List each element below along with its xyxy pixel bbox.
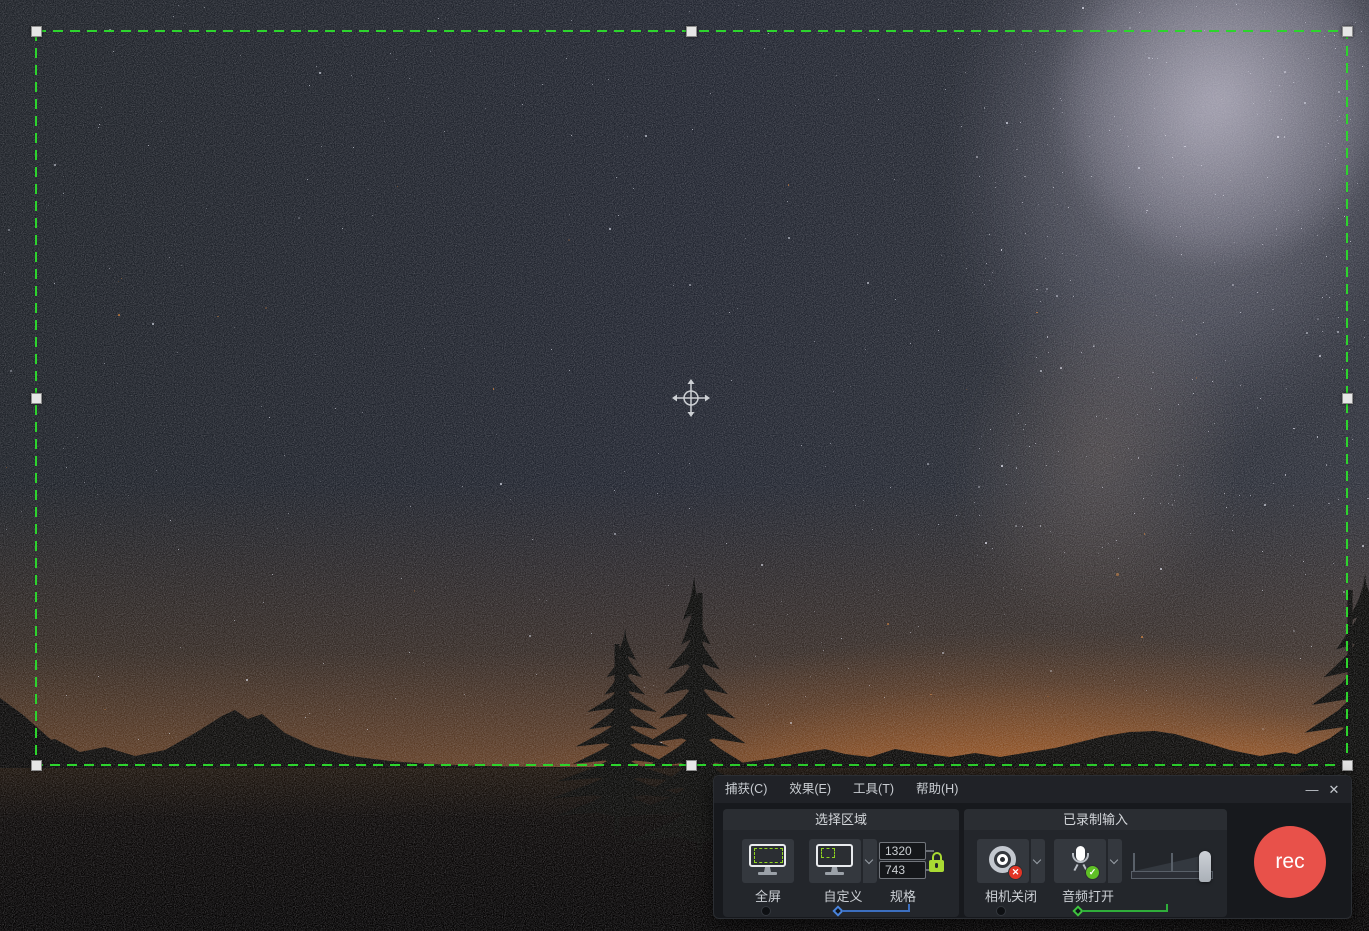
rec-button[interactable]: rec <box>1254 826 1326 898</box>
custom-label: 自定义 <box>809 886 877 905</box>
audio-indicator-line <box>1082 910 1168 912</box>
recorder-panel: 捕获(C) 效果(E) 工具(T) 帮助(H) — ✕ 选择区域 全屏 自定义 <box>713 775 1352 919</box>
selection-handle-bottom-mid[interactable] <box>686 760 697 771</box>
menu-item-effects[interactable]: 效果(E) <box>778 776 842 803</box>
monitor-fullscreen-icon <box>748 844 788 877</box>
audio-on-badge: ✓ <box>1085 865 1100 880</box>
fullscreen-label: 全屏 <box>734 886 802 905</box>
selection-handle-bottom-right[interactable] <box>1342 760 1353 771</box>
custom-region-dropdown[interactable] <box>863 839 877 883</box>
window-controls: — ✕ <box>1301 776 1345 803</box>
selection-handle-top-left[interactable] <box>31 26 42 37</box>
custom-indicator-line <box>842 910 910 912</box>
width-input[interactable] <box>879 842 926 860</box>
microphone-icon: ✓ <box>1065 845 1097 877</box>
fullscreen-indicator-dot[interactable] <box>761 906 771 916</box>
lock-icon[interactable] <box>927 852 946 877</box>
selection-handle-bottom-left[interactable] <box>31 760 42 771</box>
camera-off-badge: ✕ <box>1008 865 1023 880</box>
selection-handle-top-right[interactable] <box>1342 26 1353 37</box>
camera-indicator-dot[interactable] <box>996 906 1006 916</box>
camera-button[interactable]: ✕ <box>977 839 1029 883</box>
audio-dropdown[interactable] <box>1108 839 1122 883</box>
menubar: 捕获(C) 效果(E) 工具(T) 帮助(H) — ✕ <box>714 776 1351 803</box>
selection-handle-mid-left[interactable] <box>31 393 42 404</box>
fullscreen-button[interactable] <box>742 839 794 883</box>
custom-indicator-end <box>908 904 910 912</box>
audio-label: 音频打开 <box>1042 886 1134 905</box>
webcam-icon: ✕ <box>988 845 1020 877</box>
audio-button[interactable]: ✓ <box>1054 839 1106 883</box>
custom-region-button[interactable] <box>809 839 861 883</box>
camera-dropdown[interactable] <box>1031 839 1045 883</box>
menu-item-help[interactable]: 帮助(H) <box>905 776 969 803</box>
height-input[interactable] <box>879 861 926 879</box>
audio-indicator-end <box>1166 904 1168 912</box>
monitor-custom-icon <box>815 844 855 877</box>
meter-tick <box>1133 853 1135 872</box>
chevron-down-icon <box>865 856 873 864</box>
menu-item-capture[interactable]: 捕获(C) <box>714 776 778 803</box>
meter-tick <box>1171 853 1173 872</box>
select-area-section: 选择区域 全屏 自定义 规格 <box>723 809 959 917</box>
selection-handle-mid-right[interactable] <box>1342 393 1353 404</box>
chevron-down-icon <box>1110 856 1118 864</box>
section-title: 已录制输入 <box>964 809 1227 830</box>
dimensions-label: 规格 <box>873 886 933 905</box>
move-crosshair-icon[interactable] <box>671 378 711 418</box>
section-title: 选择区域 <box>723 809 959 830</box>
recorded-inputs-section: 已录制输入 ✕ 相机关闭 ✓ 音频打开 <box>964 809 1227 917</box>
menu-item-tools[interactable]: 工具(T) <box>842 776 905 803</box>
selection-handle-top-mid[interactable] <box>686 26 697 37</box>
chevron-down-icon <box>1033 856 1041 864</box>
minimize-button[interactable]: — <box>1301 776 1323 803</box>
audio-level-handle[interactable] <box>1199 851 1211 882</box>
close-button[interactable]: ✕ <box>1323 776 1345 803</box>
